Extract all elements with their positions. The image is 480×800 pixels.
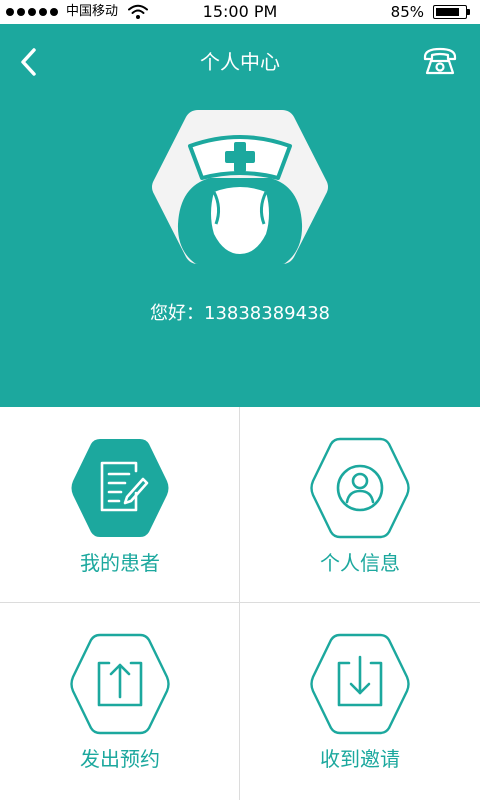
status-bar: 中国移动 15:00 PM 85% xyxy=(0,0,480,24)
my-patients-button[interactable]: 我的患者 xyxy=(0,407,240,603)
phone-button[interactable] xyxy=(422,46,458,76)
personal-info-button[interactable]: 个人信息 xyxy=(240,407,480,603)
battery-percentage: 85% xyxy=(390,3,424,21)
avatar xyxy=(152,110,328,264)
battery-icon xyxy=(433,5,470,19)
telephone-icon xyxy=(423,47,457,75)
received-invitations-label: 收到邀请 xyxy=(320,747,400,771)
send-appointment-label: 发出预约 xyxy=(80,747,160,771)
personal-info-label: 个人信息 xyxy=(320,551,400,575)
upload-icon xyxy=(70,633,170,735)
send-appointment-button[interactable]: 发出预约 xyxy=(0,603,240,799)
greeting-text: 您好：13838389438 xyxy=(150,303,330,324)
my-patients-label: 我的患者 xyxy=(80,551,160,575)
page-title: 个人中心 xyxy=(200,50,280,74)
menu-grid: 我的患者 个人信息 发出预约 收到邀请 xyxy=(0,407,480,800)
profile-header: 个人中心 您好：13838389438 xyxy=(0,24,480,407)
download-icon xyxy=(310,633,410,735)
received-invitations-button[interactable]: 收到邀请 xyxy=(240,603,480,799)
user-profile-icon xyxy=(310,437,410,539)
document-edit-icon xyxy=(71,439,169,537)
